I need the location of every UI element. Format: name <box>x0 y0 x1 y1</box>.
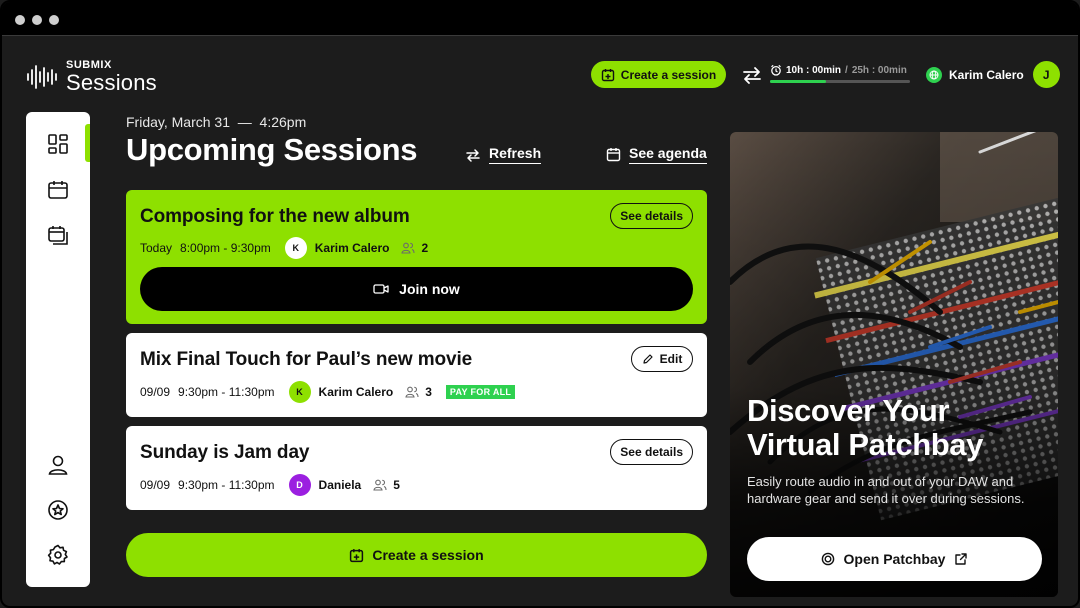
patchbay-photo <box>730 132 1058 597</box>
dashboard-icon[interactable] <box>46 132 70 156</box>
session-host: Karim Calero <box>318 385 394 399</box>
participants-icon <box>401 242 416 254</box>
time-progress-fill <box>770 80 826 83</box>
avatar[interactable]: J <box>1032 61 1060 88</box>
create-session-button[interactable]: Create a session <box>126 533 707 577</box>
session-card: Mix Final Touch for Paul’s new movie Edi… <box>126 333 707 417</box>
brand-logo[interactable]: SUBMIX Sessions <box>26 59 157 95</box>
brand-name: Sessions <box>66 70 157 95</box>
see-details-button[interactable]: See details <box>610 203 693 229</box>
window-titlebar <box>2 2 1078 36</box>
calendar-icon[interactable] <box>46 178 70 202</box>
avatar: K <box>288 381 311 403</box>
time-separator: / <box>845 64 848 76</box>
window-control-dot[interactable] <box>32 15 42 25</box>
time-usage-meter: 10h : 00min / 25h : 00min <box>770 64 912 83</box>
settings-icon[interactable] <box>46 543 70 567</box>
current-datetime: Friday, March 31 — 4:26pm <box>126 114 307 130</box>
join-now-button[interactable]: Join now <box>140 267 693 311</box>
promo-title: Discover Your Virtual Patchbay <box>747 394 983 462</box>
edit-label: Edit <box>659 352 683 366</box>
waveform-icon <box>27 65 57 89</box>
calendar-icon <box>606 148 621 162</box>
status-badge: PAY FOR ALL <box>445 385 516 399</box>
session-day: Today <box>140 241 173 255</box>
session-card: Sunday is Jam day See details 09/09 9:30… <box>126 426 707 510</box>
session-card: Composing for the new album See details … <box>126 190 707 324</box>
user-name: Karim Calero <box>949 67 1024 82</box>
session-meta: 09/09 9:30pm - 11:30pm D Daniela 5 <box>140 474 400 496</box>
see-details-label: See details <box>620 209 683 223</box>
globe-icon <box>926 66 942 83</box>
promo-description: Easily route audio in and out of your DA… <box>747 474 1025 506</box>
see-agenda-link[interactable]: See agenda <box>606 145 707 164</box>
open-patchbay-button[interactable]: Open Patchbay <box>747 537 1042 581</box>
time-progress-bar <box>770 80 910 83</box>
participant-count: 3 <box>425 385 432 399</box>
switch-icon[interactable] <box>741 64 763 86</box>
session-day: 09/09 <box>140 385 171 399</box>
promo-title-line: Virtual Patchbay <box>747 427 983 462</box>
session-host: Karim Calero <box>314 241 390 255</box>
user-icon[interactable] <box>46 453 70 477</box>
sessions-icon[interactable] <box>46 223 70 247</box>
window-control-dot[interactable] <box>49 15 59 25</box>
session-time: 8:00pm - 9:30pm <box>180 241 271 255</box>
app-window: SUBMIX Sessions Create a session 10h : 0 <box>0 0 1080 608</box>
see-details-button[interactable]: See details <box>610 439 693 465</box>
patchbay-promo: Discover Your Virtual Patchbay Easily ro… <box>730 132 1058 597</box>
alarm-clock-icon <box>771 64 781 76</box>
see-agenda-label: See agenda <box>629 145 707 164</box>
session-host: Daniela <box>318 478 362 492</box>
time-total: 25h : 00min <box>851 64 907 76</box>
session-title: Mix Final Touch for Paul’s new movie <box>140 349 473 370</box>
star-icon[interactable] <box>46 498 70 522</box>
promo-title-line: Discover Your <box>747 393 950 428</box>
see-details-label: See details <box>620 445 683 459</box>
session-time: 9:30pm - 11:30pm <box>178 478 275 492</box>
open-patchbay-label: Open Patchbay <box>843 551 946 567</box>
time-used: 10h : 00min <box>786 64 842 76</box>
refresh-button[interactable]: Refresh <box>465 145 542 164</box>
session-title: Sunday is Jam day <box>140 442 310 463</box>
session-title: Composing for the new album <box>140 206 410 227</box>
session-meta: 09/09 9:30pm - 11:30pm K Karim Calero 3 … <box>140 381 516 403</box>
external-link-icon <box>955 553 968 565</box>
join-now-label: Join now <box>399 281 460 297</box>
edit-button[interactable]: Edit <box>631 346 693 372</box>
avatar: D <box>288 474 311 496</box>
create-session-label: Create a session <box>620 67 717 82</box>
participant-count: 2 <box>421 241 429 255</box>
pencil-icon <box>643 354 653 364</box>
video-camera-icon <box>373 284 389 294</box>
session-day: 09/09 <box>140 478 171 492</box>
participants-icon <box>373 479 387 491</box>
user-menu[interactable]: Karim Calero J <box>926 61 1060 88</box>
session-meta: Today 8:00pm - 9:30pm K Karim Calero 2 <box>140 237 428 259</box>
create-session-button[interactable]: Create a session <box>591 61 726 88</box>
calendar-add-icon <box>350 548 364 562</box>
avatar: K <box>284 237 307 259</box>
session-time: 9:30pm - 11:30pm <box>178 385 275 399</box>
sidebar-active-indicator <box>85 124 90 162</box>
refresh-icon <box>466 148 480 162</box>
page-title: Upcoming Sessions <box>126 132 418 167</box>
participants-icon <box>405 386 419 398</box>
participant-count: 5 <box>393 478 400 492</box>
patchbay-icon <box>821 552 834 566</box>
calendar-add-icon <box>601 68 614 81</box>
refresh-label: Refresh <box>489 145 542 164</box>
create-session-label: Create a session <box>372 547 484 563</box>
window-control-dot[interactable] <box>15 15 25 25</box>
